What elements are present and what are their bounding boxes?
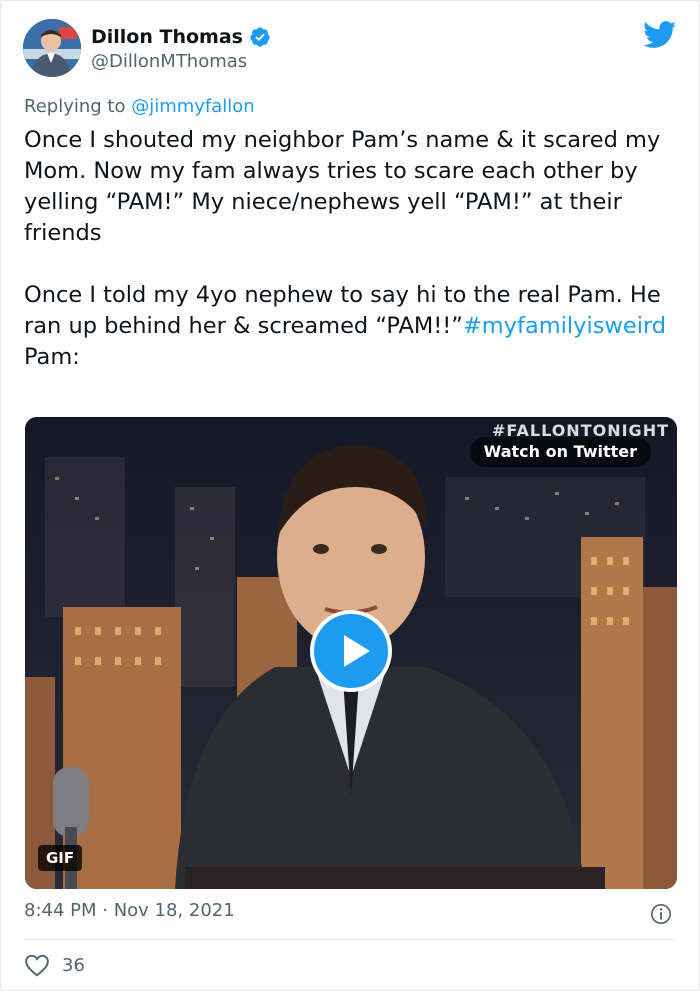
heart-icon [25, 954, 49, 977]
info-icon[interactable] [650, 903, 672, 925]
tweet-text: Once I shouted my neighbor Pam’s name & … [24, 125, 684, 373]
tweet-card: Dillon Thomas @DillonMThomas Replying to… [0, 0, 700, 991]
author-name[interactable]: Dillon Thomas [91, 26, 243, 48]
gif-badge: GIF [38, 845, 83, 871]
author-name-row[interactable]: Dillon Thomas [91, 25, 271, 49]
watch-on-twitter-button[interactable]: Watch on Twitter [469, 437, 651, 467]
reply-to-link[interactable]: @jimmyfallon [131, 96, 255, 117]
media-video[interactable]: #FALLONTONIGHT Watch on Twitter GIF [25, 417, 677, 889]
avatar[interactable] [23, 19, 81, 77]
divider [24, 939, 676, 940]
verified-badge-icon [249, 26, 271, 48]
replying-to: Replying to @jimmyfallon [24, 96, 255, 117]
author-handle[interactable]: @DillonMThomas [91, 51, 247, 72]
tweet-paragraph-1: Once I shouted my neighbor Pam’s name & … [24, 127, 668, 246]
tweet-paragraph-3: Pam: [24, 344, 80, 370]
twitter-bird-icon[interactable] [643, 21, 677, 49]
hashtag-link[interactable]: #myfamilyisweird [463, 313, 666, 339]
play-icon[interactable] [310, 610, 392, 692]
reply-prefix: Replying to [24, 96, 132, 117]
tweet-timestamp[interactable]: 8:44 PM · Nov 18, 2021 [24, 900, 235, 921]
like-button[interactable]: 36 [24, 953, 85, 977]
like-count: 36 [62, 954, 85, 976]
